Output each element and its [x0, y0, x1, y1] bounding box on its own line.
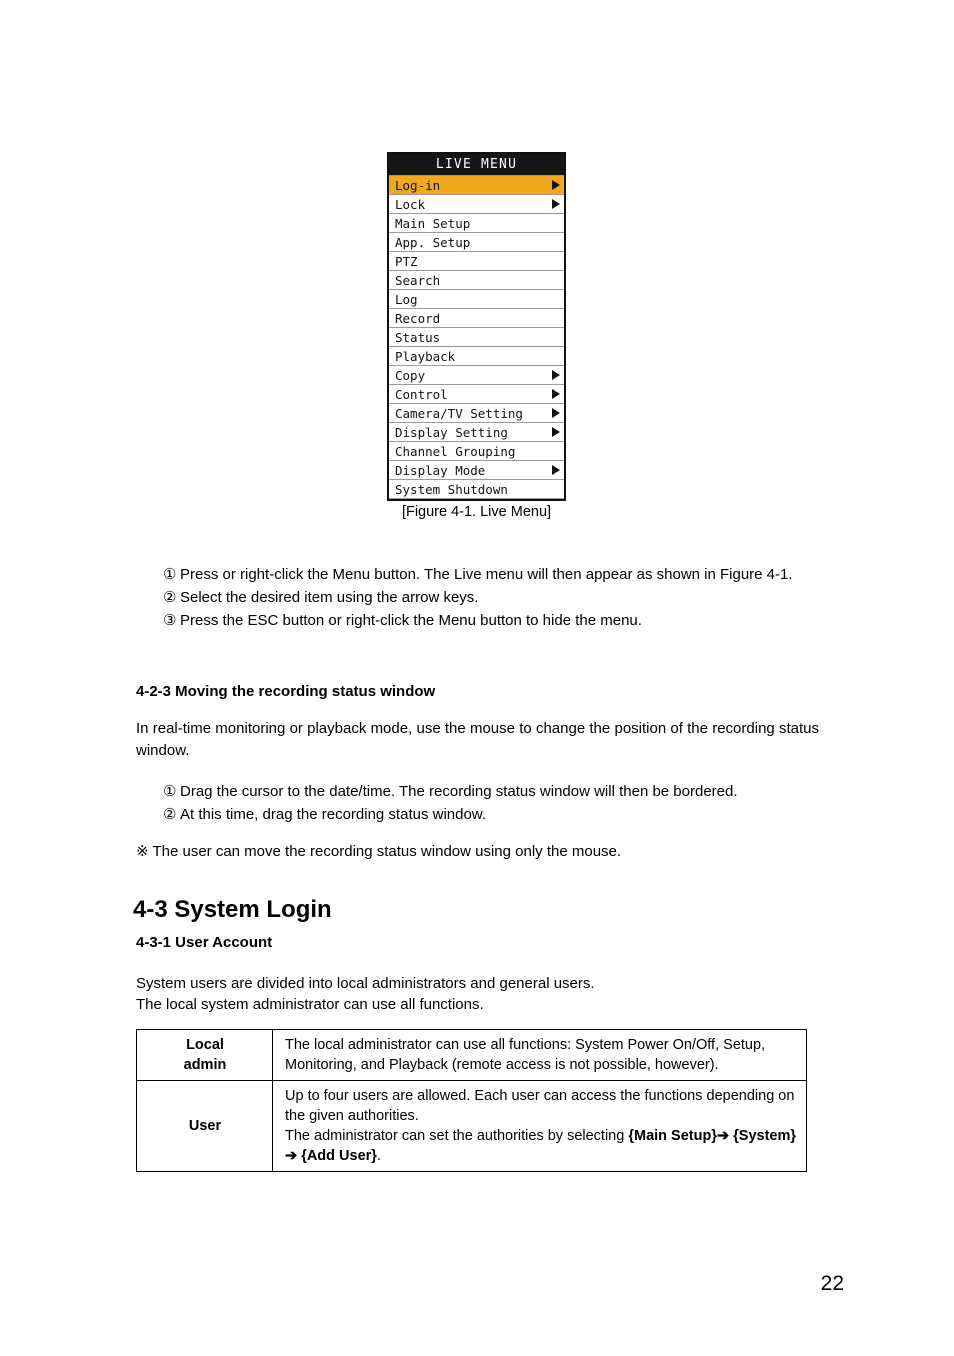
path-arrow-1: ➔ [716, 1128, 730, 1144]
live-menu-item-label: PTZ [395, 254, 418, 269]
live-menu-item-label: Copy [395, 368, 426, 383]
table-row: User Up to four users are allowed. Each … [136, 1080, 807, 1172]
live-menu-item-label: Playback [395, 349, 456, 364]
live-menu-item-label: Control [395, 387, 448, 402]
moving-window-step-item: ② At this time, drag the recording status… [163, 803, 823, 826]
submenu-arrow-icon [552, 408, 560, 418]
live-menu-step-item: ① Press or right-click the Menu button. T… [163, 563, 823, 586]
submenu-arrow-icon [552, 180, 560, 190]
user-account-table: Local admin The local administrator can … [136, 1029, 807, 1172]
table-row: Local admin The local administrator can … [136, 1029, 807, 1081]
paragraph-4-2-3: In real-time monitoring or playback mode… [136, 720, 819, 759]
live-menu-item-record[interactable]: Record [389, 308, 564, 328]
live-menu-item-label: Channel Grouping [395, 444, 516, 459]
live-menu-item-label: Record [395, 311, 441, 326]
user-account-intro-line-2: The local system administrator can use a… [136, 996, 484, 1013]
submenu-arrow-icon [552, 465, 560, 475]
table-cell-role-description: Up to four users are allowed. Each user … [272, 1080, 807, 1172]
live-menu-item-label: Status [395, 330, 441, 345]
live-menu-item-log[interactable]: Log [389, 289, 564, 309]
live-menu-item-log-in[interactable]: Log-in [389, 175, 564, 195]
step-number-marker: ③ [163, 612, 177, 629]
live-menu-item-search[interactable]: Search [389, 270, 564, 290]
live-menu-item-app-setup[interactable]: App. Setup [389, 232, 564, 252]
heading-4-3: 4-3 System Login [133, 896, 332, 923]
submenu-arrow-icon [552, 370, 560, 380]
user-account-intro-line-1: System users are divided into local admi… [136, 975, 595, 992]
live-menu-item-camera-tv-setting[interactable]: Camera/TV Setting [389, 403, 564, 423]
note-mouse-only: ※ The user can move the recording status… [136, 843, 622, 860]
step-number-marker: ① [163, 566, 177, 583]
user-desc-line-1: Up to four users are allowed. Each user … [285, 1088, 795, 1124]
live-menu-panel: LIVE MENU Log-in Lock Main Setup App. Setup… [387, 152, 566, 501]
heading-4-2-3: 4-2-3 Moving the recording status window [136, 683, 436, 700]
step-text: Select the desired item using the arrow … [180, 589, 479, 606]
live-menu-step-item: ② Select the desired item using the arrow… [163, 586, 823, 609]
live-menu-item-label: Camera/TV Setting [395, 406, 523, 421]
live-menu-step-item: ③ Press the ESC button or right-click the… [163, 609, 823, 632]
user-desc-line-2-prefix: The administrator can set the authoritie… [285, 1128, 629, 1144]
live-menu-item-label: Lock [395, 197, 426, 212]
live-menu-figure: LIVE MENU Log-in Lock Main Setup App. Setup… [387, 152, 566, 520]
step-text: Press or right-click the Menu button. Th… [180, 566, 793, 583]
step-text: Press the ESC button or right-click the … [180, 612, 642, 629]
live-menu-item-label: Main Setup [395, 216, 471, 231]
live-menu-item-copy[interactable]: Copy [389, 365, 564, 385]
submenu-arrow-icon [552, 427, 560, 437]
heading-4-3-1: 4-3-1 User Account [136, 934, 273, 951]
moving-window-step-item: ① Drag the cursor to the date/time. The r… [163, 780, 823, 803]
moving-window-steps-list: ① Drag the cursor to the date/time. The r… [163, 780, 823, 826]
page-number: 22 [820, 1272, 844, 1295]
live-menu-steps-list: ① Press or right-click the Menu button. T… [163, 563, 823, 632]
live-menu-item-main-setup[interactable]: Main Setup [389, 213, 564, 233]
live-menu-item-channel-grouping[interactable]: Channel Grouping [389, 441, 564, 461]
figure-caption: [Figure 4-1. Live Menu] [401, 504, 552, 520]
live-menu-item-playback[interactable]: Playback [389, 346, 564, 366]
live-menu-item-list: Log-in Lock Main Setup App. Setup PTZ Search L… [389, 175, 564, 499]
live-menu-item-label: Display Setting [395, 425, 508, 440]
live-menu-item-label: System Shutdown [395, 482, 508, 497]
table-cell-role-description: The local administrator can use all func… [272, 1029, 807, 1081]
live-menu-item-control[interactable]: Control [389, 384, 564, 404]
step-text: Drag the cursor to the date/time. The re… [180, 783, 738, 800]
submenu-arrow-icon [552, 199, 560, 209]
live-menu-item-display-setting[interactable]: Display Setting [389, 422, 564, 442]
path-arrow-2: ➔ [285, 1148, 298, 1164]
table-cell-role-label: User [136, 1080, 273, 1172]
live-menu-item-lock[interactable]: Lock [389, 194, 564, 214]
live-menu-item-system-shutdown[interactable]: System Shutdown [389, 479, 564, 499]
step-number-marker: ② [163, 589, 177, 606]
table-cell-role-label: Local admin [136, 1029, 273, 1081]
live-menu-item-display-mode[interactable]: Display Mode [389, 460, 564, 480]
live-menu-item-ptz[interactable]: PTZ [389, 251, 564, 271]
menu-path-system: {System} [733, 1128, 797, 1144]
menu-path-main-setup: {Main Setup} [628, 1128, 717, 1144]
live-menu-item-label: Log-in [395, 178, 441, 193]
live-menu-item-label: Log [395, 292, 418, 307]
menu-path-add-user: {Add User} [301, 1148, 377, 1164]
step-number-marker: ② [163, 806, 177, 823]
live-menu-title: LIVE MENU [389, 154, 564, 176]
live-menu-item-label: Display Mode [395, 463, 486, 478]
live-menu-item-status[interactable]: Status [389, 327, 564, 347]
step-number-marker: ① [163, 783, 177, 800]
live-menu-item-label: Search [395, 273, 441, 288]
submenu-arrow-icon [552, 389, 560, 399]
user-desc-tail: . [376, 1148, 381, 1164]
live-menu-item-label: App. Setup [395, 235, 471, 250]
step-text: At this time, drag the recording status … [180, 806, 486, 823]
